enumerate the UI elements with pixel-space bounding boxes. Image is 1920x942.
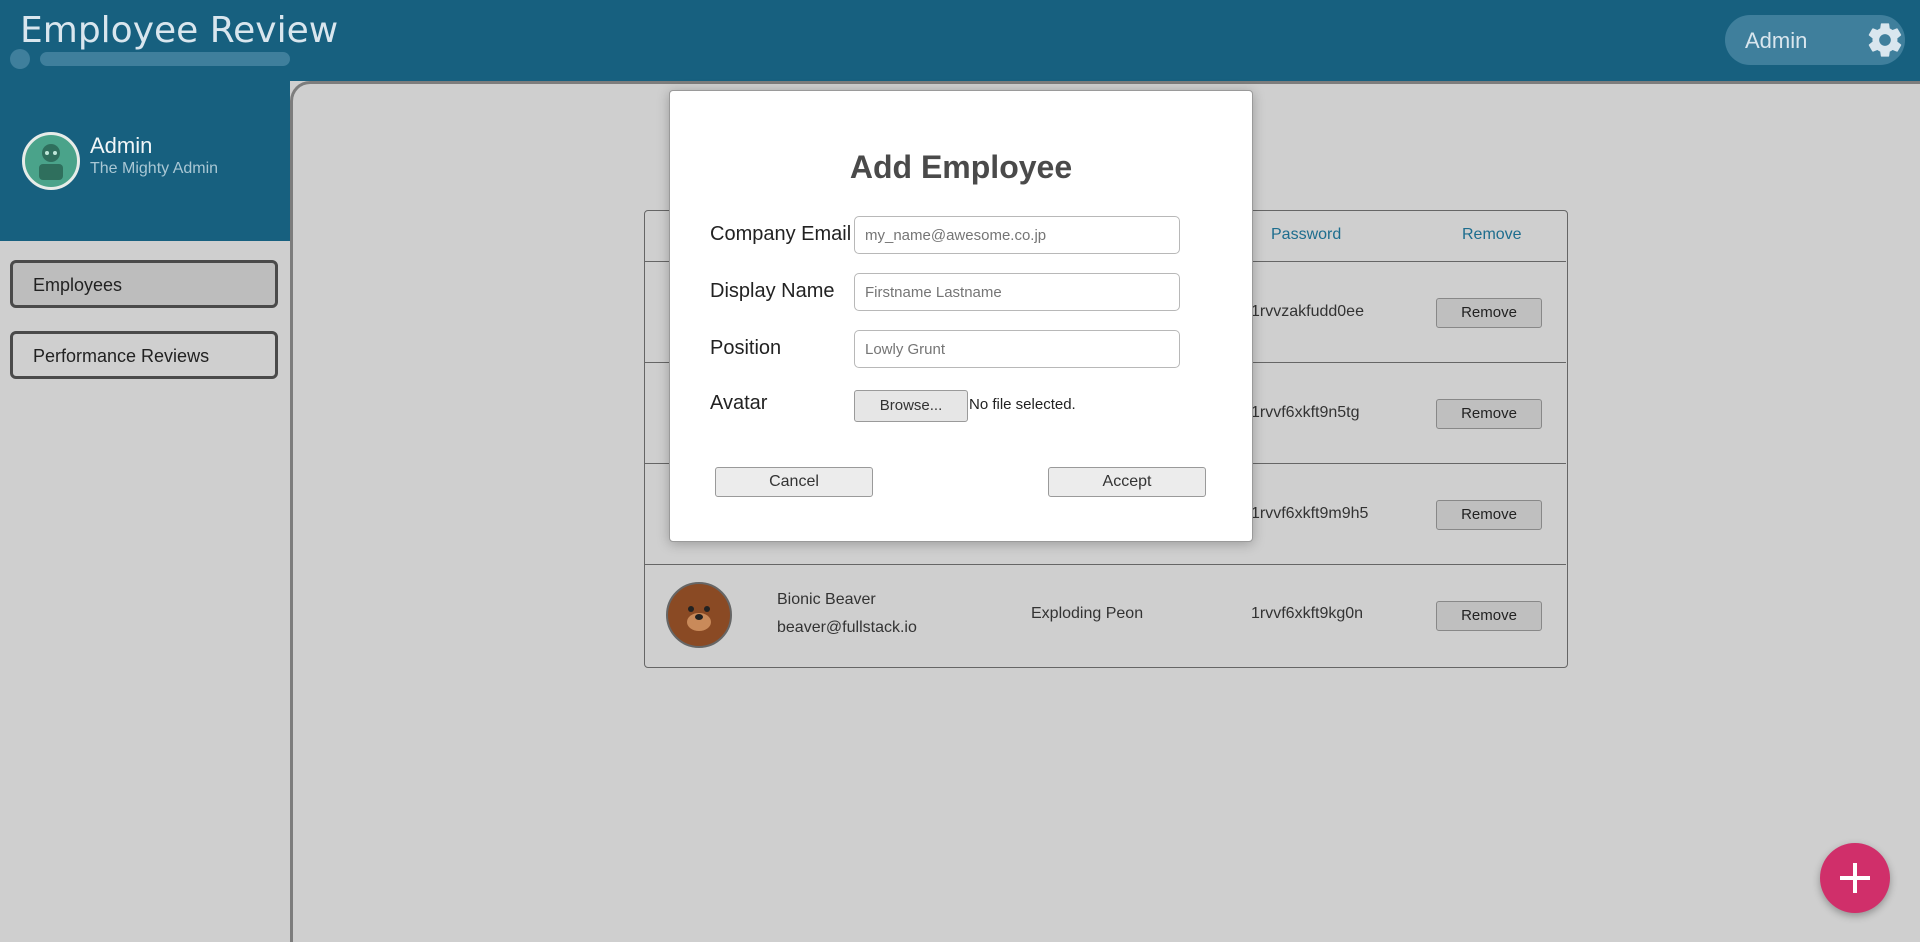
beaver-icon [670, 586, 728, 644]
row-password: 1rvvf6xkft9kg0n [1251, 605, 1364, 622]
app-header: Employee Review Admin [0, 0, 1920, 81]
accept-button[interactable]: Accept [1048, 467, 1206, 497]
app-title: Employee Review [20, 10, 339, 51]
employee-email: beaver@fullstack.io [777, 619, 917, 636]
remove-button[interactable]: Remove [1436, 500, 1542, 530]
add-employee-fab[interactable] [1820, 843, 1890, 913]
nav-performance-reviews-label: Performance Reviews [33, 346, 210, 366]
position-label: Position [710, 337, 782, 359]
admin-menu[interactable]: Admin [1725, 15, 1905, 65]
position-field[interactable] [854, 330, 1180, 368]
employee-avatar [666, 582, 732, 648]
user-name: Admin [90, 133, 153, 158]
column-header-password: Password [1271, 226, 1342, 243]
file-status: No file selected. [969, 396, 1076, 413]
nav-performance-reviews[interactable]: Performance Reviews [10, 331, 278, 379]
table-divider [645, 564, 1566, 565]
display-name-field[interactable] [854, 273, 1180, 311]
display-name-label: Display Name [710, 280, 835, 302]
column-header-remove: Remove [1462, 226, 1522, 243]
user-subtitle: The Mighty Admin [90, 160, 219, 177]
email-field[interactable] [854, 216, 1180, 254]
gear-icon[interactable] [1865, 20, 1905, 60]
row-password: 1rvvzakfudd0ee [1251, 303, 1364, 320]
cancel-button[interactable]: Cancel [715, 467, 873, 497]
email-label: Company Email [710, 223, 852, 245]
remove-button[interactable]: Remove [1436, 601, 1542, 631]
dialog-title: Add Employee [849, 149, 1073, 185]
nav-employees-label: Employees [33, 275, 123, 295]
admin-menu-label: Admin [1745, 28, 1808, 53]
remove-button[interactable]: Remove [1436, 399, 1542, 429]
employee-position: Exploding Peon [1031, 605, 1144, 622]
robot-icon [39, 144, 63, 180]
plus-icon [1840, 863, 1870, 893]
browse-button[interactable]: Browse... [854, 390, 968, 422]
row-password: 1rvvf6xkft9m9h5 [1251, 505, 1369, 522]
nav-employees[interactable]: Employees [10, 260, 278, 308]
progress-bar [40, 52, 290, 66]
remove-button[interactable]: Remove [1436, 298, 1542, 328]
employee-name: Bionic Beaver [777, 591, 876, 608]
avatar-label: Avatar [710, 392, 768, 414]
row-password: 1rvvf6xkft9n5tg [1251, 404, 1360, 421]
add-employee-dialog: Add Employee Company Email Display Name … [669, 90, 1253, 542]
progress-dot [10, 49, 30, 69]
avatar [22, 132, 80, 190]
